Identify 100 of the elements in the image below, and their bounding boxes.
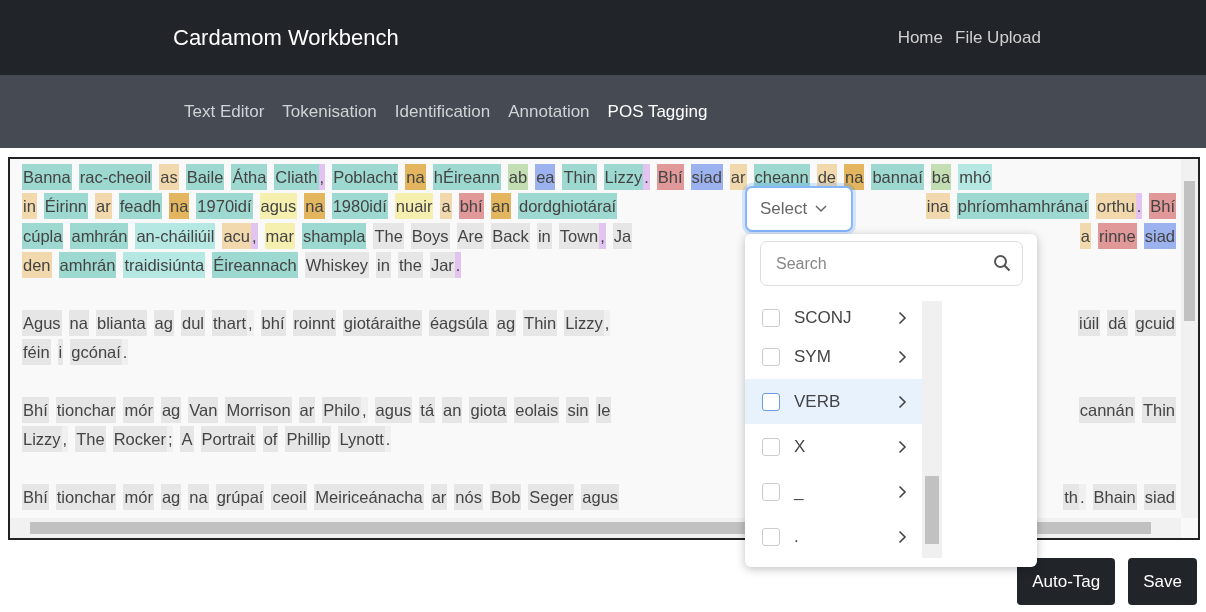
token[interactable]: amhrán [70,222,129,249]
tag-option[interactable]: . [745,514,922,558]
token[interactable]: rac-cheoil [78,163,153,190]
token[interactable]: Lizzy [22,426,62,453]
checkbox[interactable] [762,527,780,546]
token[interactable]: an [490,193,511,220]
token[interactable]: . [384,426,392,453]
token[interactable]: dordghiotáraí [517,193,618,220]
token[interactable]: , [251,222,258,249]
token[interactable]: Ja [612,222,633,249]
token[interactable]: thart [212,309,247,336]
vertical-scrollbar[interactable] [1181,159,1198,518]
token[interactable]: le [596,396,612,423]
token[interactable]: , [61,426,69,453]
token[interactable]: Banna [22,163,72,190]
token[interactable]: na [68,309,89,336]
token[interactable]: Bhí [22,396,49,423]
token[interactable]: . [643,163,650,190]
token[interactable]: Bhain [1092,483,1137,510]
token[interactable]: Agus [22,309,62,336]
token[interactable]: the [397,252,423,279]
token[interactable]: 1980idí [331,193,388,220]
token[interactable]: tá [419,396,436,423]
token[interactable]: dul [180,309,205,336]
nav-tab[interactable]: Annotation [508,101,590,122]
token[interactable]: bhí [458,193,484,220]
token[interactable]: . [1078,483,1086,510]
token[interactable]: dá [1107,309,1128,336]
token[interactable]: ceoil [271,483,308,510]
action-button[interactable]: Save [1128,558,1197,605]
token[interactable]: mór [123,483,154,510]
token[interactable]: gcónaí [70,339,122,366]
token[interactable]: phríomhamhránaí [956,193,1089,220]
tag-option[interactable]: VERB [745,379,922,424]
search-icon[interactable] [993,254,1011,272]
token[interactable]: hÉireann [432,163,501,190]
token[interactable]: éagsúla [428,309,489,336]
token[interactable]: The [75,426,106,453]
token[interactable]: an-cháiliúil [135,222,216,249]
checkbox[interactable] [762,482,780,501]
token[interactable]: Lizzy [564,309,604,336]
nav-tab[interactable]: POS Tagging [607,101,708,122]
token[interactable]: mór [123,396,154,423]
token[interactable]: Baile [185,163,225,190]
token[interactable]: amhrán [58,252,117,279]
token[interactable]: agus [374,396,413,423]
nav-tab[interactable]: Identification [394,101,491,122]
token[interactable]: i [57,339,64,366]
token[interactable]: Rocker [112,426,167,453]
token[interactable]: as [159,163,179,190]
token[interactable]: siad [690,163,723,190]
token[interactable]: Van [188,396,219,423]
token[interactable]: tionchar [55,483,117,510]
action-button[interactable]: Auto-Tag [1017,558,1116,605]
token[interactable]: Philo [322,396,361,423]
token[interactable]: na [405,163,426,190]
token[interactable]: . [1135,193,1143,220]
checkbox[interactable] [762,392,780,411]
token[interactable]: Thin [1141,396,1176,423]
token[interactable]: cannán [1078,396,1135,423]
token[interactable]: ag [153,309,174,336]
token[interactable]: cúpla [22,222,64,249]
token[interactable]: Morrison [225,396,292,423]
token[interactable]: Bhí [22,483,49,510]
token[interactable]: siad [1143,222,1176,249]
token[interactable]: acu [222,222,251,249]
token[interactable]: shampla [302,222,367,249]
token[interactable]: Éirinn [43,193,89,220]
token[interactable]: rinne [1098,222,1137,249]
token[interactable]: orthu [1096,193,1136,220]
token[interactable]: , [603,309,611,336]
token[interactable]: an [442,396,463,423]
token[interactable]: iúil [1078,309,1101,336]
token[interactable]: roinnt [292,309,336,336]
token[interactable]: grúpaí [215,483,265,510]
token[interactable]: giota [469,396,508,423]
token[interactable]: , [318,163,326,190]
token[interactable]: sin [566,396,590,423]
token[interactable]: in [536,222,552,249]
app-title[interactable]: Cardamom Workbench [173,24,898,51]
checkbox[interactable] [762,308,780,327]
token[interactable]: 1970idí [196,193,253,220]
token[interactable]: ar [298,396,316,423]
token[interactable]: na [304,193,325,220]
token[interactable]: Thin [562,163,597,190]
checkbox[interactable] [762,437,780,456]
tag-option[interactable]: X [745,424,922,469]
token[interactable]: ag [160,483,182,510]
token[interactable]: Are [456,222,485,249]
token[interactable]: ag [160,396,182,423]
token[interactable]: , [247,309,254,336]
tag-option[interactable]: SYM [745,334,922,379]
token[interactable]: Thin [523,309,558,336]
token[interactable]: , [360,396,368,423]
select-dropdown[interactable]: Select [745,186,853,232]
token[interactable]: tionchar [55,396,117,423]
token[interactable]: na [188,483,209,510]
token[interactable]: a [440,193,452,220]
token[interactable]: ag [495,309,517,336]
token[interactable]: bhí [260,309,286,336]
